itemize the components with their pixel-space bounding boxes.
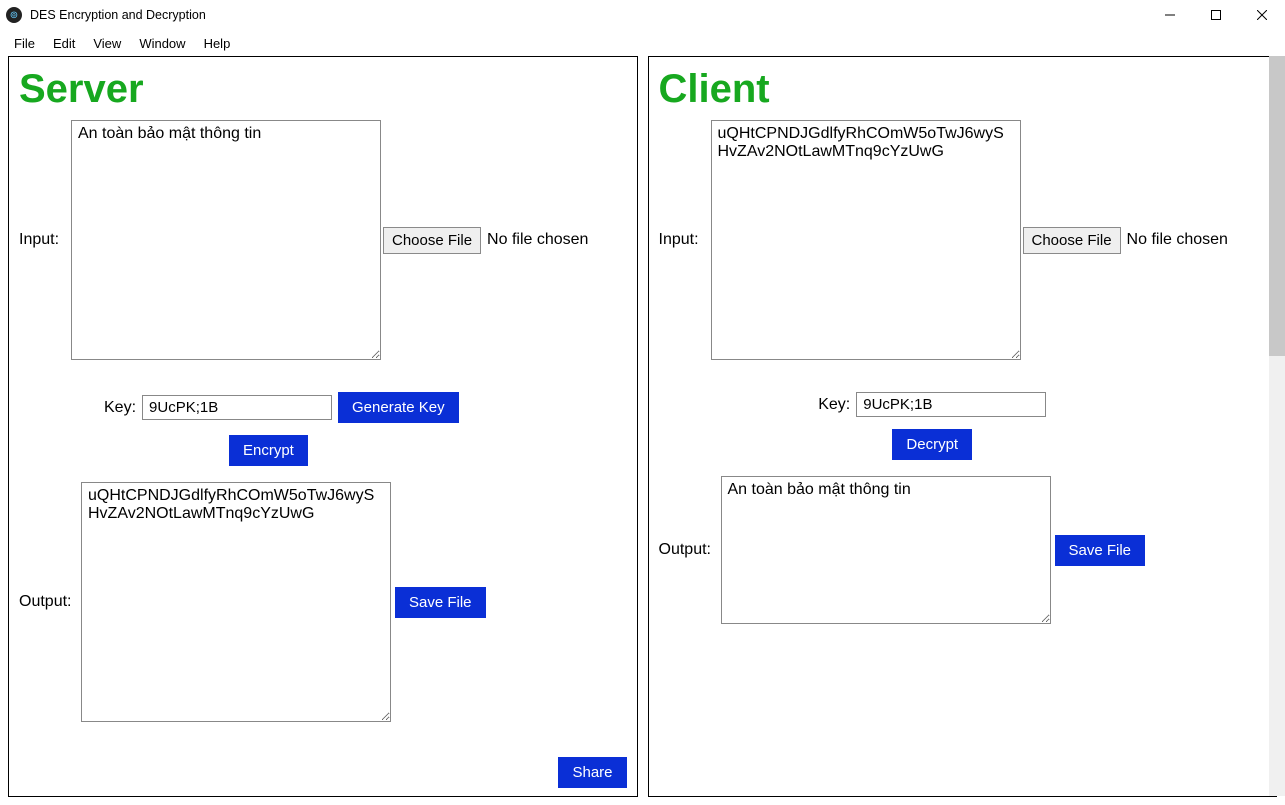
menubar: File Edit View Window Help	[0, 30, 1285, 56]
client-input-textarea[interactable]	[711, 120, 1021, 360]
server-output-label: Output:	[19, 593, 81, 611]
client-output-textarea[interactable]	[721, 476, 1051, 624]
window-title: DES Encryption and Decryption	[30, 8, 206, 22]
client-decrypt-row: Decrypt	[599, 429, 1267, 460]
server-output-textarea[interactable]	[81, 482, 391, 722]
client-output-label: Output:	[659, 541, 721, 559]
encrypt-button[interactable]: Encrypt	[229, 435, 308, 466]
maximize-button[interactable]	[1193, 0, 1239, 30]
vertical-scrollbar[interactable]	[1269, 56, 1285, 796]
server-share-row: Share	[558, 757, 626, 788]
server-key-label: Key:	[104, 399, 136, 417]
client-panel: Client Input: Choose File No file chosen…	[648, 56, 1278, 797]
titlebar: ⊚ DES Encryption and Decryption	[0, 0, 1285, 30]
client-input-row: Input: Choose File No file chosen	[659, 120, 1267, 360]
server-key-input[interactable]	[142, 395, 332, 420]
menu-edit[interactable]: Edit	[45, 34, 83, 53]
menu-view[interactable]: View	[85, 34, 129, 53]
close-button[interactable]	[1239, 0, 1285, 30]
client-input-label: Input:	[659, 231, 711, 249]
generate-key-button[interactable]: Generate Key	[338, 392, 459, 423]
client-choose-file-button[interactable]: Choose File	[1023, 227, 1121, 254]
menu-window[interactable]: Window	[131, 34, 193, 53]
server-key-row: Key: Generate Key	[19, 392, 627, 423]
server-title: Server	[19, 67, 627, 112]
server-file-status: No file chosen	[487, 231, 588, 249]
client-title: Client	[659, 67, 1267, 112]
client-key-input[interactable]	[856, 392, 1046, 417]
server-panel: Server Input: An toàn bảo mật thông tin …	[8, 56, 638, 797]
server-input-textarea[interactable]: An toàn bảo mật thông tin	[71, 120, 381, 360]
client-key-row: Key:	[599, 392, 1267, 417]
decrypt-button[interactable]: Decrypt	[892, 429, 972, 460]
server-choose-file-button[interactable]: Choose File	[383, 227, 481, 254]
server-input-row: Input: An toàn bảo mật thông tin Choose …	[19, 120, 627, 360]
menu-file[interactable]: File	[6, 34, 43, 53]
minimize-button[interactable]	[1147, 0, 1193, 30]
server-output-row: Output: Save File	[19, 482, 627, 722]
client-save-file-button[interactable]: Save File	[1055, 535, 1146, 566]
content-area: Server Input: An toàn bảo mật thông tin …	[0, 56, 1285, 805]
share-button[interactable]: Share	[558, 757, 626, 788]
client-output-row: Output: Save File	[659, 476, 1267, 624]
window-controls	[1147, 0, 1285, 30]
scrollbar-thumb[interactable]	[1269, 56, 1285, 356]
client-key-label: Key:	[818, 396, 850, 414]
app-icon: ⊚	[6, 7, 22, 23]
server-save-file-button[interactable]: Save File	[395, 587, 486, 618]
client-file-status: No file chosen	[1127, 231, 1228, 249]
menu-help[interactable]: Help	[196, 34, 239, 53]
server-encrypt-row: Encrypt	[19, 435, 627, 466]
server-input-label: Input:	[19, 231, 71, 249]
